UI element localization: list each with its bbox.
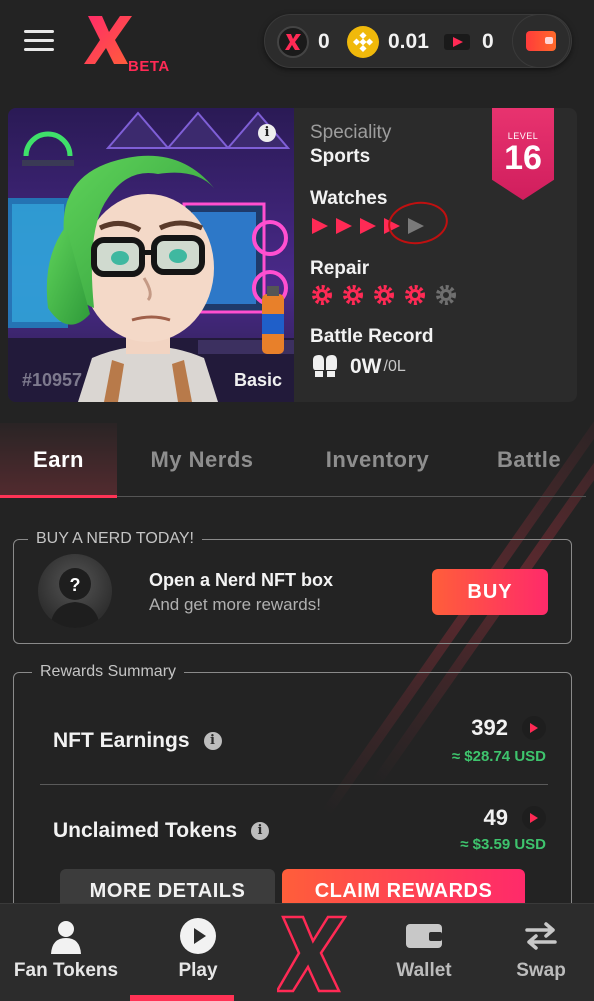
tab-earn[interactable]: Earn	[0, 423, 117, 497]
level-value: 16	[504, 139, 542, 177]
nav-label: Wallet	[396, 960, 452, 981]
nav-play[interactable]: Play	[132, 904, 264, 1001]
bottom-nav: Fan Tokens Play Wallet Swap	[0, 903, 594, 1001]
x-token-balance[interactable]: 0	[277, 25, 330, 59]
unclaimed-tokens-amount: 49	[483, 805, 508, 830]
buy-panel-legend: BUY A NERD TODAY!	[28, 530, 202, 548]
unclaimed-tokens-usd: ≈ $3.59 USD	[460, 836, 546, 853]
nav-label: Play	[178, 960, 218, 981]
gear-filled-icon	[405, 285, 425, 305]
nerd-tier: Basic	[234, 370, 283, 390]
active-tab-indicator	[0, 495, 117, 498]
nft-earnings-row: NFT Earnings i 392 ≈ $28.74 USD	[40, 701, 548, 791]
battle-record: 0W /0L	[310, 352, 406, 382]
menu-icon[interactable]	[24, 30, 54, 52]
nav-fan-tokens[interactable]: Fan Tokens	[0, 904, 132, 1001]
battle-wins: 0W	[350, 355, 382, 378]
active-nav-indicator	[130, 995, 234, 1001]
play-token-balance[interactable]: 0	[441, 25, 494, 59]
swap-icon	[523, 916, 559, 956]
buy-title: Open a Nerd NFT box	[149, 570, 334, 590]
mystery-nerd-icon: ?	[38, 554, 112, 628]
nft-earnings-amount: 392	[471, 715, 508, 740]
play-token-icon	[441, 26, 473, 58]
wallet-icon	[405, 916, 443, 956]
gear-filled-icon	[343, 285, 363, 305]
unclaimed-tokens-label: Unclaimed Tokens i	[53, 819, 269, 843]
boxing-gloves-icon	[313, 355, 337, 377]
svg-text:?: ?	[70, 575, 81, 595]
rewards-legend: Rewards Summary	[32, 663, 185, 681]
nerd-id: #10957	[22, 370, 83, 390]
watch-filled-icon	[360, 218, 376, 234]
speciality-value: Sports	[310, 146, 371, 167]
nerd-stats: Speciality Sports LEVEL 16 Watches Repai…	[310, 108, 577, 402]
gear-filled-icon	[374, 285, 394, 305]
info-icon[interactable]: i	[203, 732, 222, 750]
speciality-label: Speciality	[310, 122, 392, 143]
x-logo-icon	[277, 912, 347, 996]
play-token-icon	[522, 716, 546, 740]
nav-wallet[interactable]: Wallet	[360, 904, 488, 1001]
play-token-icon	[522, 806, 546, 830]
nav-label: Fan Tokens	[13, 960, 119, 981]
level-badge: LEVEL 16	[492, 108, 554, 200]
gear-empty-icon	[436, 285, 456, 305]
bnb-balance[interactable]: 0.01	[347, 25, 429, 59]
tab-my-nerds[interactable]: My Nerds	[127, 423, 277, 497]
nerd-card[interactable]: i #10957 Basic Speciality Sports LEVEL 1…	[8, 108, 577, 402]
nerd-avatar-image: i #10957 Basic	[8, 108, 294, 402]
play-token-value: 0	[482, 30, 494, 53]
app-logo[interactable]: BETA	[84, 14, 174, 80]
user-icon	[48, 916, 84, 956]
unclaimed-tokens-row: Unclaimed Tokens i 49 ≈ $3.59 USD	[40, 791, 548, 881]
x-token-icon	[277, 26, 309, 58]
bnb-icon	[347, 26, 379, 58]
beta-badge: BETA	[128, 58, 170, 75]
nav-label: Swap	[516, 960, 566, 981]
main-tabs: Earn My Nerds Inventory Battle	[0, 423, 594, 498]
watch-filled-icon	[312, 218, 328, 234]
red-circle-annotation	[385, 198, 451, 248]
x-token-value: 0	[318, 30, 330, 53]
nav-home-logo[interactable]	[264, 904, 360, 1001]
watch-filled-icon	[336, 218, 352, 234]
gear-filled-icon	[312, 285, 332, 305]
play-circle-icon	[179, 916, 217, 956]
tab-battle[interactable]: Battle	[474, 423, 584, 497]
bnb-value: 0.01	[388, 30, 429, 53]
info-icon[interactable]: i	[258, 124, 276, 142]
x-logo-icon	[84, 16, 132, 64]
nft-earnings-usd: ≈ $28.74 USD	[451, 748, 546, 765]
nav-swap[interactable]: Swap	[488, 904, 594, 1001]
buy-subtitle: And get more rewards!	[149, 595, 321, 614]
repair-label: Repair	[310, 258, 370, 279]
wallet-button[interactable]	[512, 14, 570, 68]
watches-label: Watches	[310, 188, 388, 209]
info-icon[interactable]: i	[251, 822, 269, 840]
nft-earnings-text: NFT Earnings	[53, 729, 190, 752]
tab-inventory[interactable]: Inventory	[300, 423, 455, 497]
unclaimed-tokens-text: Unclaimed Tokens	[53, 819, 237, 842]
battle-record-label: Battle Record	[310, 326, 434, 347]
rewards-divider	[40, 784, 548, 785]
top-bar: BETA 0 0.01 0	[0, 0, 594, 84]
buy-button[interactable]: BUY	[432, 569, 548, 615]
battle-losses: /0L	[383, 358, 406, 375]
repair-meter	[310, 282, 465, 308]
wallet-icon	[526, 31, 556, 51]
buy-nerd-panel: BUY A NERD TODAY! ? Open a Nerd NFT box …	[13, 530, 572, 644]
nft-earnings-label: NFT Earnings i	[53, 729, 222, 753]
